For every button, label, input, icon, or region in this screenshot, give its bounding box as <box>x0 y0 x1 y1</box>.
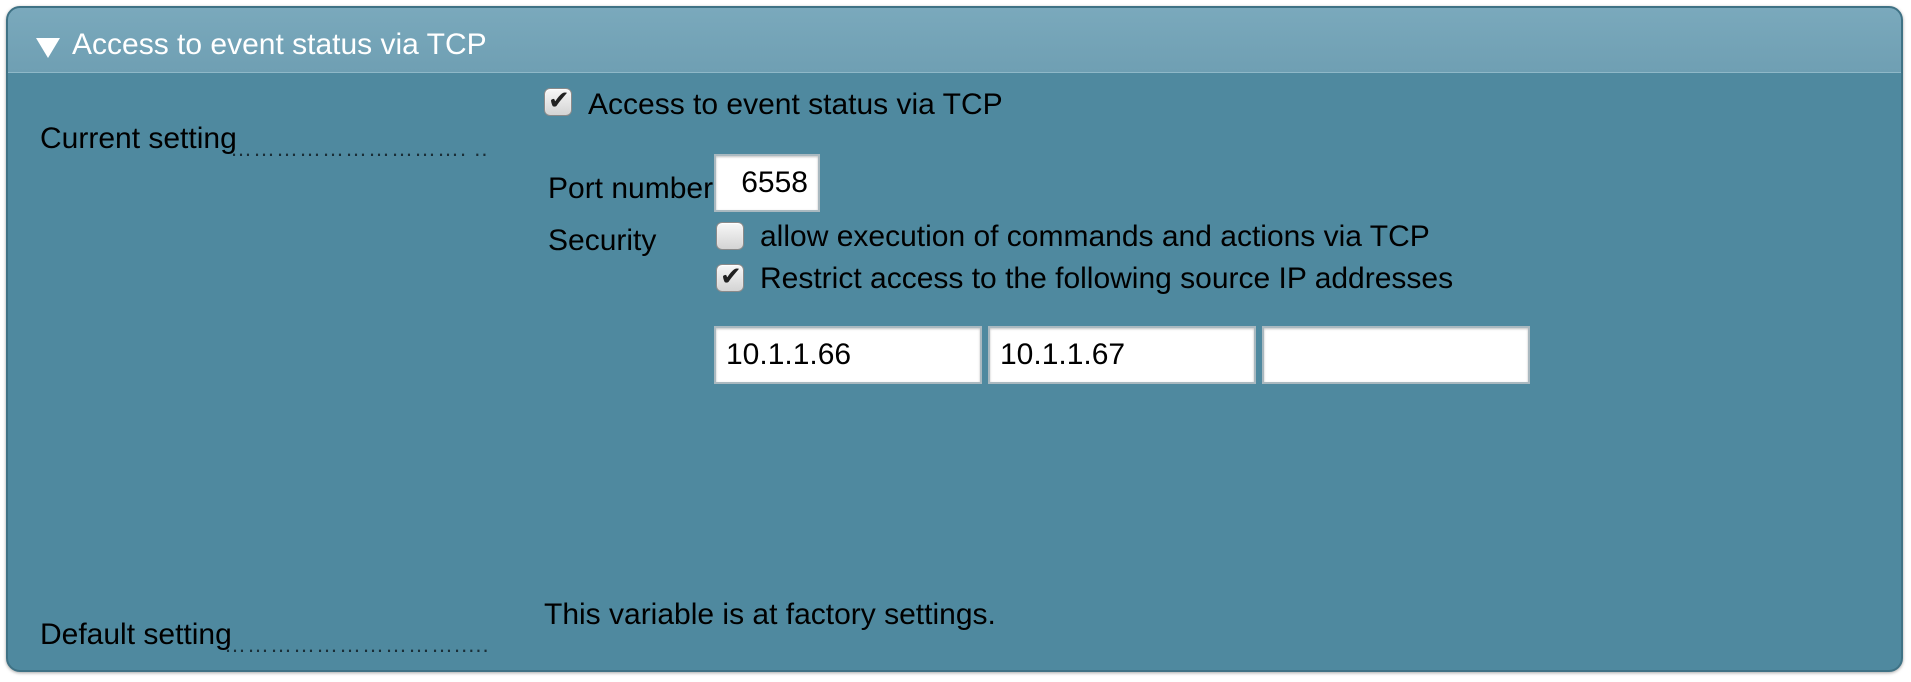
enable-tcp-label: Access to event status via TCP <box>588 88 1003 121</box>
restrict-ip-checkbox[interactable]: ✔ <box>716 262 744 292</box>
section-header[interactable]: Access to event status via TCP <box>8 8 1901 73</box>
allow-exec-label: allow execution of commands and actions … <box>760 220 1430 253</box>
port-number-input[interactable] <box>714 154 820 212</box>
current-setting-dots: …………………………. .. <box>230 138 489 160</box>
allow-exec-checkbox[interactable] <box>716 222 744 250</box>
enable-tcp-checkbox[interactable]: ✔ <box>544 86 572 116</box>
restrict-ip-label: Restrict access to the following source … <box>760 262 1454 295</box>
default-setting-label: Default setting <box>40 618 232 651</box>
current-setting-label: Current setting <box>40 122 237 155</box>
settings-panel: Access to event status via TCP Current s… <box>6 6 1903 672</box>
port-number-label: Port number: <box>548 172 722 205</box>
checkmark-icon: ✔ <box>720 262 742 292</box>
checkmark-icon: ✔ <box>548 86 570 116</box>
ip-address-input-3[interactable] <box>1262 326 1530 384</box>
ip-address-input-2[interactable] <box>988 326 1256 384</box>
section-title: Access to event status via TCP <box>72 28 487 61</box>
security-label: Security <box>548 224 657 257</box>
ip-address-input-1[interactable] <box>714 326 982 384</box>
default-setting-text: This variable is at factory settings. <box>544 598 996 631</box>
triangle-down-icon[interactable] <box>36 38 60 58</box>
default-setting-dots: …………………………..... <box>224 634 490 656</box>
